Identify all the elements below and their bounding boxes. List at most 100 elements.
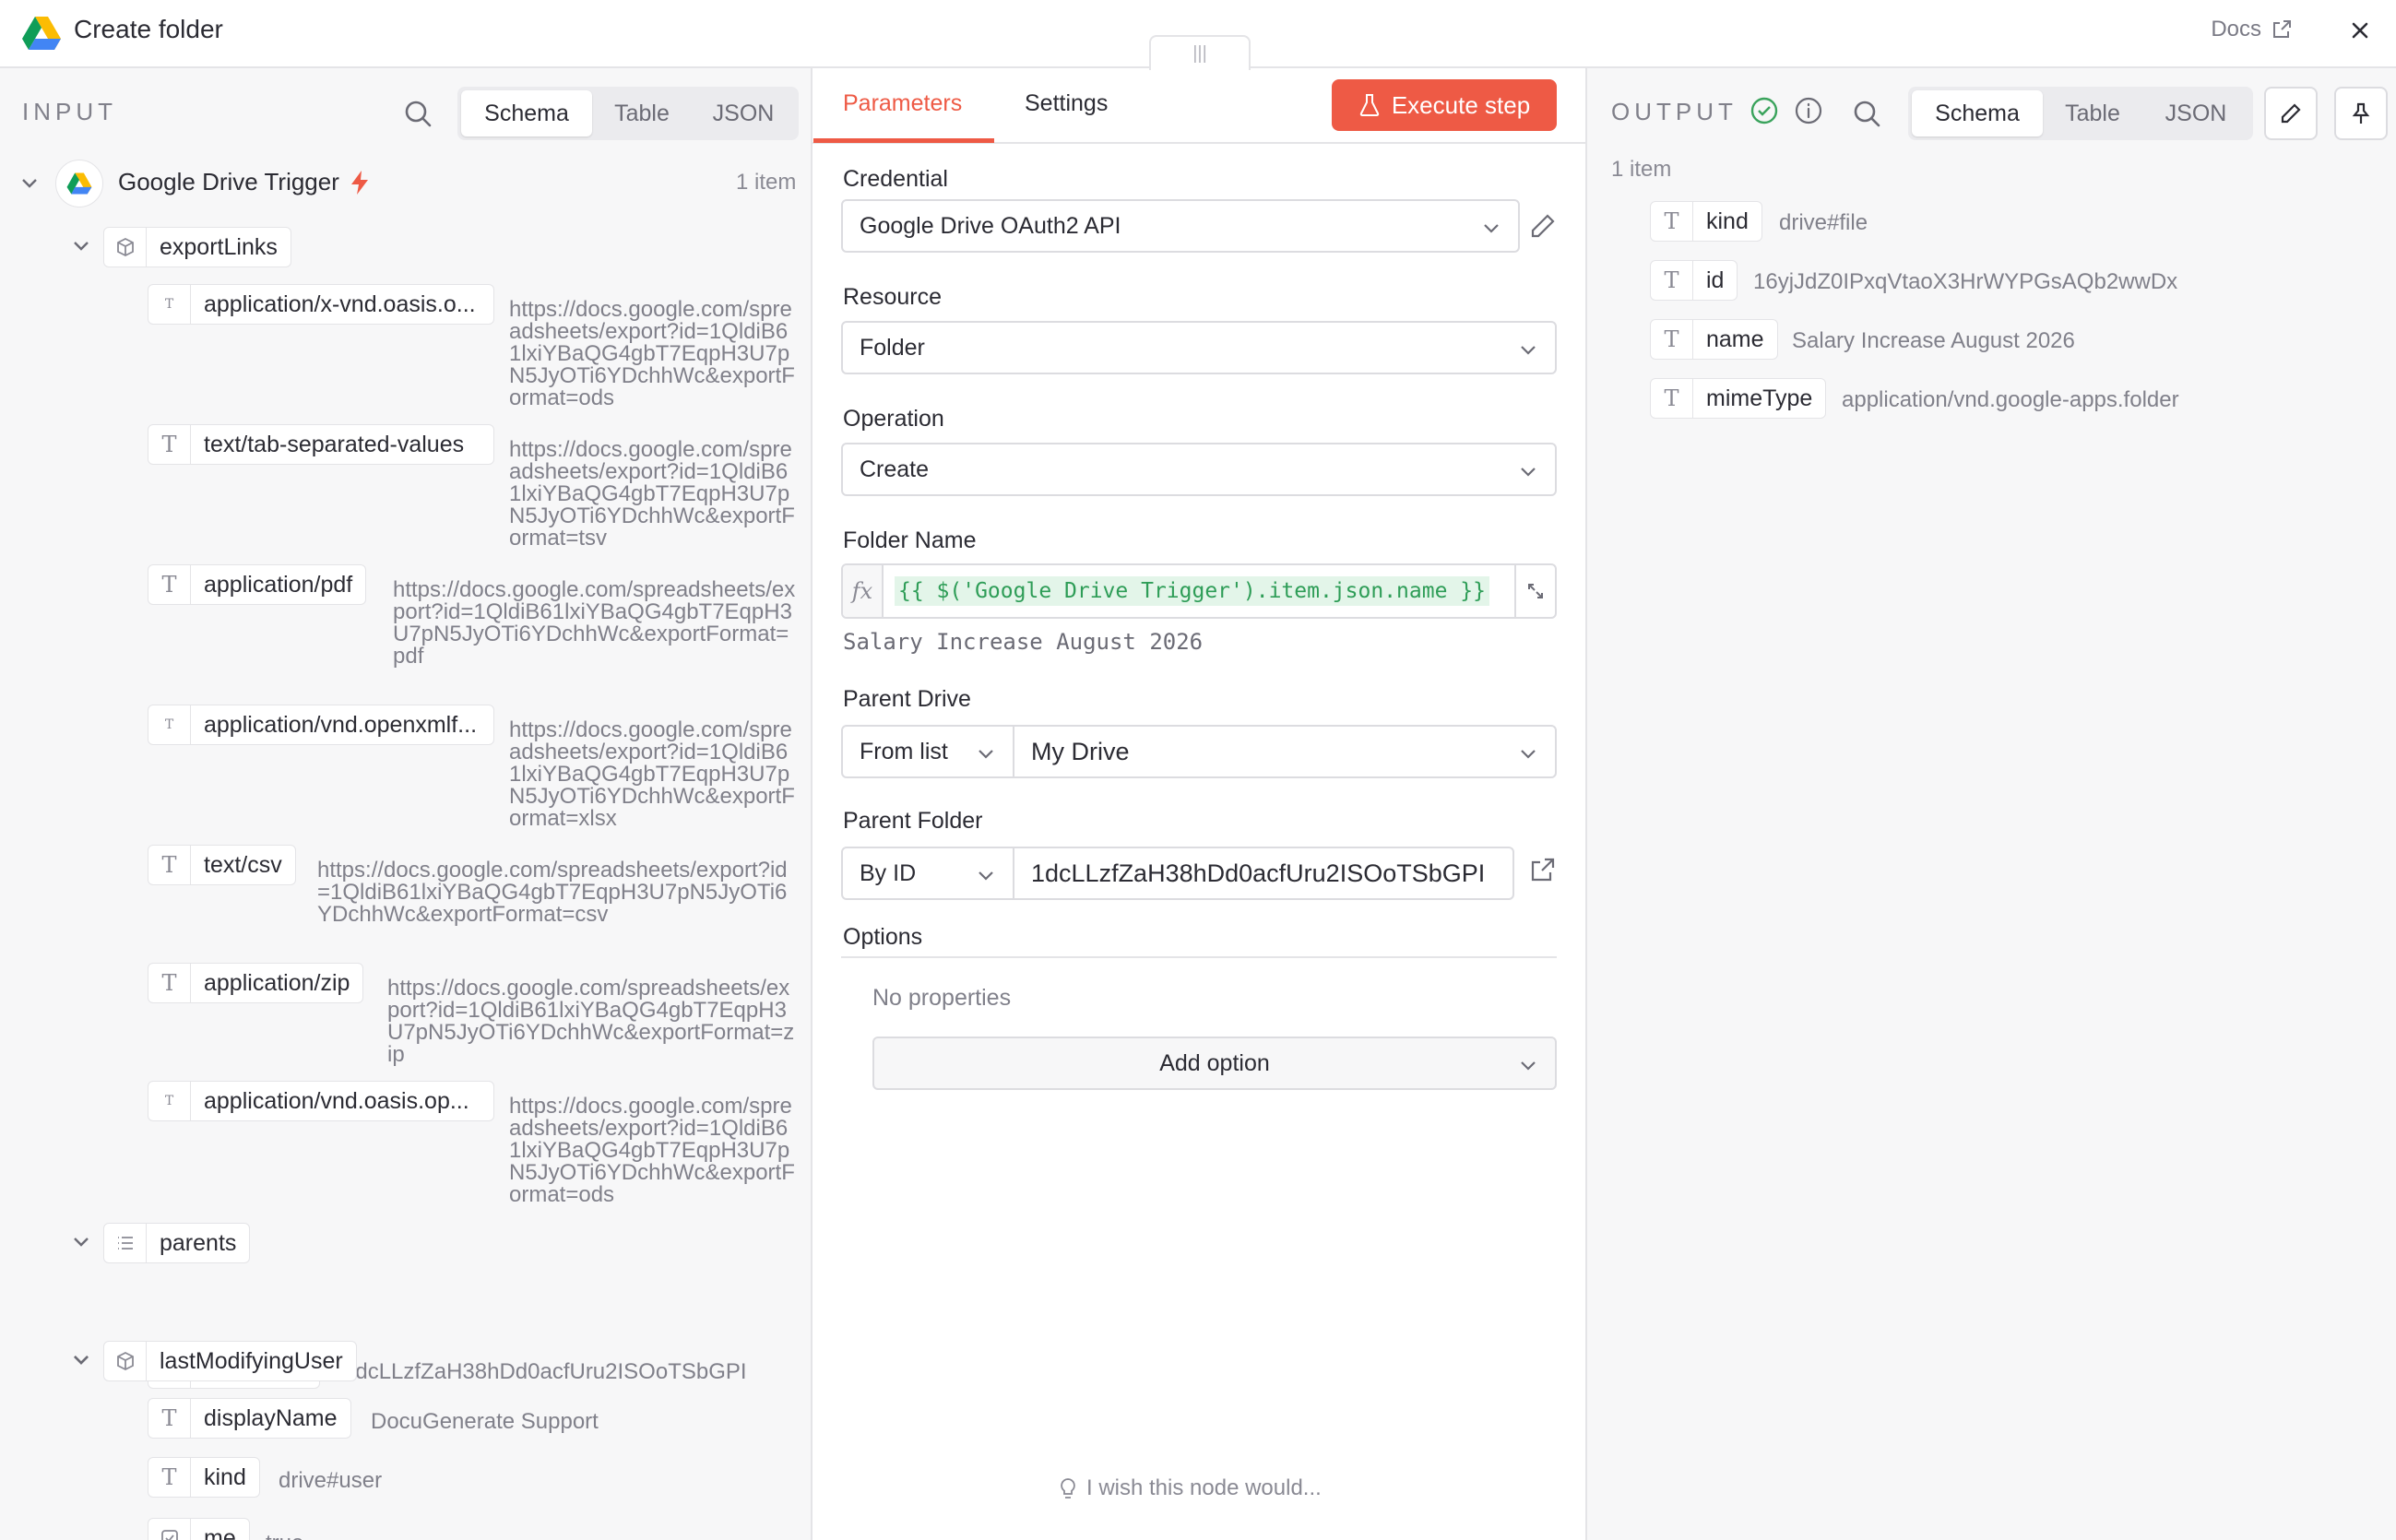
add-option-button[interactable]: Add option xyxy=(872,1037,1557,1090)
chevron-down-icon xyxy=(979,750,993,759)
parent-folder-mode: By ID xyxy=(860,859,917,886)
text-type-icon: T xyxy=(1651,261,1693,300)
parent-folder-mode-select[interactable]: By ID xyxy=(841,847,1014,900)
google-drive-icon xyxy=(22,17,61,50)
options-divider xyxy=(841,956,1557,958)
folder-name-expression-input[interactable]: fx {{ $('Google Drive Trigger').item.jso… xyxy=(841,563,1557,619)
execute-step-label: Execute step xyxy=(1391,90,1531,119)
credential-select[interactable]: Google Drive OAuth2 API xyxy=(841,199,1520,253)
search-icon[interactable] xyxy=(1851,98,1882,129)
schema-field[interactable]: me xyxy=(148,1518,250,1540)
external-link-icon[interactable] xyxy=(1529,856,1557,883)
folder-name-label: Folder Name xyxy=(843,527,977,553)
operation-select[interactable]: Create xyxy=(841,443,1557,496)
pin-output-button[interactable] xyxy=(2334,87,2388,140)
flask-icon xyxy=(1359,94,1380,116)
output-value: 16yjJdZ0IPxqVtaoX3HrWYPGsAQb2wwDx xyxy=(1753,269,2178,294)
expression-fx-badge: fx xyxy=(843,565,884,617)
output-key: mimeType xyxy=(1706,385,1813,411)
output-value: application/vnd.google-apps.folder xyxy=(1842,387,2179,412)
output-tab-table[interactable]: Table xyxy=(2043,90,2142,136)
operation-value: Create xyxy=(860,456,930,482)
add-option-label: Add option xyxy=(1159,1049,1270,1076)
panel-drag-handle[interactable]: ||| xyxy=(1149,35,1251,70)
parent-folder-id-input[interactable]: 1dcLLzfZaH38hDd0acfUru2ISOoTSbGPI xyxy=(1013,847,1514,900)
chevron-down-icon xyxy=(1521,1061,1536,1071)
schema-key: kind xyxy=(204,1463,246,1490)
parent-drive-value: My Drive xyxy=(1031,737,1130,765)
no-properties-text: No properties xyxy=(872,985,1012,1011)
schema-field[interactable]: T displayName xyxy=(148,1398,351,1439)
text-type-icon: T xyxy=(148,1399,191,1438)
parent-drive-mode: From list xyxy=(860,738,948,764)
credential-label: Credential xyxy=(843,166,948,192)
close-icon[interactable] xyxy=(2346,17,2374,44)
schema-key: me xyxy=(204,1524,236,1540)
operation-label: Operation xyxy=(843,406,944,432)
schema-object-lastmodifyinguser[interactable]: lastModifyingUser xyxy=(103,1341,357,1381)
modal-title: Create folder xyxy=(74,15,223,43)
folder-name-expression: {{ $('Google Drive Trigger').item.json.n… xyxy=(895,576,1489,606)
success-check-icon xyxy=(1750,97,1778,124)
chevron-down-icon xyxy=(1484,224,1499,233)
text-type-icon: T xyxy=(1651,379,1693,418)
feedback-text: I wish this node would... xyxy=(1086,1475,1322,1500)
external-link-icon xyxy=(2273,20,2291,38)
input-user-section: lastModifyingUser T displayName DocuGene… xyxy=(0,68,813,1540)
execute-step-button[interactable]: Execute step xyxy=(1332,79,1557,131)
parent-drive-label: Parent Drive xyxy=(843,686,971,712)
output-key: kind xyxy=(1706,207,1749,234)
parent-drive-mode-select[interactable]: From list xyxy=(841,725,1014,778)
chevron-down-icon xyxy=(979,871,993,881)
output-tab-json[interactable]: JSON xyxy=(2142,90,2249,136)
lightbulb-icon xyxy=(1061,1478,1075,1499)
chevron-down-icon xyxy=(1521,750,1536,759)
schema-value: DocuGenerate Support xyxy=(371,1409,599,1434)
output-field[interactable]: T id xyxy=(1650,260,1738,301)
docs-link[interactable]: Docs xyxy=(2211,17,2293,42)
docs-link-label: Docs xyxy=(2211,17,2261,41)
text-type-icon: T xyxy=(1651,320,1693,359)
output-panel-title: OUTPUT xyxy=(1611,98,1738,125)
parent-folder-value: 1dcLLzfZaH38hDd0acfUru2ISOoTSbGPI xyxy=(1031,859,1486,887)
feedback-link[interactable]: I wish this node would... xyxy=(1059,1475,1322,1501)
output-field[interactable]: T name xyxy=(1650,319,1778,360)
expand-expression-button[interactable] xyxy=(1514,565,1555,617)
credential-value: Google Drive OAuth2 API xyxy=(860,212,1121,239)
schema-value: true xyxy=(266,1533,303,1540)
parent-drive-select[interactable]: My Drive xyxy=(1013,725,1557,778)
checkbox-icon xyxy=(148,1519,191,1540)
resource-label: Resource xyxy=(843,284,942,310)
output-item-count: 1 item xyxy=(1611,157,1672,182)
chevron-down-icon xyxy=(1521,468,1536,477)
output-panel: OUTPUT Schema Table JSON 1 item T kind d… xyxy=(1585,68,2396,1540)
cube-icon xyxy=(104,1342,147,1380)
info-icon[interactable] xyxy=(1794,96,1823,125)
tab-settings[interactable]: Settings xyxy=(1025,90,1108,117)
text-type-icon: T xyxy=(148,1458,191,1497)
edit-output-button[interactable] xyxy=(2264,87,2318,140)
output-tab-schema[interactable]: Schema xyxy=(1912,90,2043,136)
output-key: name xyxy=(1706,326,1764,352)
parent-folder-label: Parent Folder xyxy=(843,808,983,834)
output-key: id xyxy=(1706,267,1725,293)
output-field[interactable]: T kind xyxy=(1650,201,1762,242)
schema-value: drive#user xyxy=(279,1468,383,1493)
output-view-switch: Schema Table JSON xyxy=(1908,87,2253,140)
resource-select[interactable]: Folder xyxy=(841,321,1557,374)
output-field[interactable]: T mimeType xyxy=(1650,378,1827,419)
output-value: drive#file xyxy=(1779,210,1868,235)
schema-key: displayName xyxy=(204,1404,338,1431)
schema-field[interactable]: T kind xyxy=(148,1457,260,1498)
active-tab-indicator xyxy=(813,138,994,143)
pencil-icon xyxy=(2281,103,2301,124)
pencil-icon[interactable] xyxy=(1529,212,1557,240)
options-label: Options xyxy=(843,924,923,950)
chevron-down-icon[interactable] xyxy=(70,1348,92,1370)
output-value: Salary Increase August 2026 xyxy=(1792,328,2075,353)
expand-icon xyxy=(1528,584,1543,598)
tab-parameters[interactable]: Parameters xyxy=(843,90,962,117)
resource-value: Folder xyxy=(860,334,925,361)
pin-icon xyxy=(2352,102,2370,124)
text-type-icon: T xyxy=(1651,202,1693,241)
